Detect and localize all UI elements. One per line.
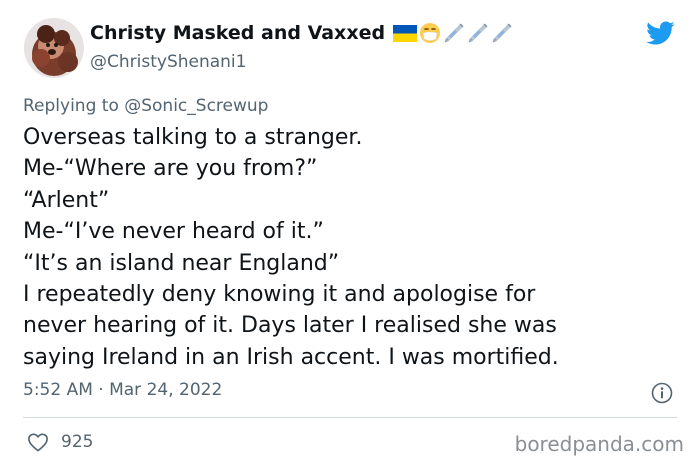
tweet-text-line: I repeatedly deny knowing it and apologi… [23, 282, 536, 308]
tweet-text-line: Overseas talking to a stranger. [23, 125, 363, 150]
avatar[interactable] [24, 18, 84, 78]
tweet-text-line: never hearing of it. Days later I realis… [23, 313, 557, 339]
twitter-bird-icon[interactable] [643, 18, 677, 48]
ukraine-flag-emoji [393, 24, 418, 42]
replying-to[interactable]: Replying to @Sonic_Screwup [23, 96, 268, 116]
tweet-timestamp[interactable]: 5:52 AM · Mar 24, 2022 [23, 380, 222, 400]
tweet-text: Overseas talking to a stranger. Me-“Wher… [23, 122, 559, 373]
tweet-text-line: Me-“Where are you from?” [23, 156, 318, 182]
tweet-text-line: saying Ireland in an Irish accent. I was… [23, 344, 559, 370]
heart-icon [28, 433, 48, 452]
syringe-emoji [444, 23, 464, 43]
syringe-emoji [492, 23, 512, 43]
like-button[interactable]: 925 [27, 432, 93, 452]
handle[interactable]: @ChristyShenani1 [90, 52, 246, 72]
name-emojis [393, 22, 513, 44]
display-name-row[interactable]: Christy Masked and Vaxxed [90, 22, 513, 44]
watermark: boredpanda.com [514, 432, 684, 456]
tweet-text-line: “Arlent” [23, 187, 110, 213]
tweet-text-line: “It’s an island near England” [23, 250, 340, 276]
info-icon[interactable] [651, 382, 673, 404]
face-with-mask-emoji [420, 23, 441, 43]
avatar-photo [24, 18, 84, 78]
syringe-emoji [468, 23, 488, 43]
tweet-text-line: Me-“I’ve never heard of it.” [23, 219, 324, 245]
display-name[interactable]: Christy Masked and Vaxxed [90, 22, 385, 44]
divider [23, 417, 677, 418]
like-count: 925 [61, 432, 94, 452]
